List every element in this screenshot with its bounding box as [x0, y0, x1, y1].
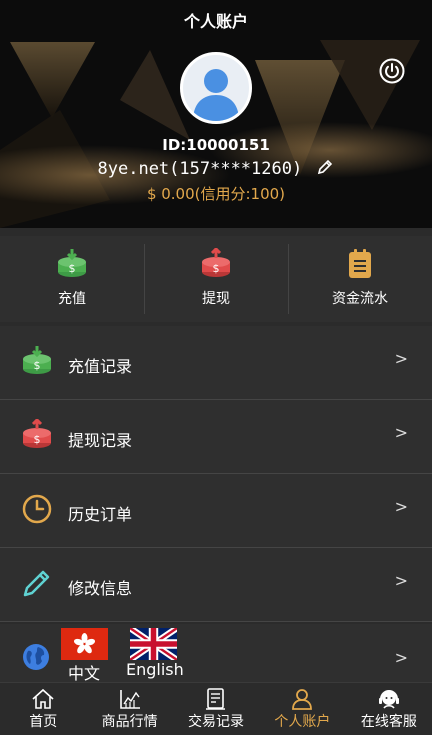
edit-pencil-icon[interactable]: [316, 158, 334, 176]
menu-item-label: 提现记录: [68, 431, 133, 450]
globe-icon: [23, 644, 49, 670]
tab-records[interactable]: 交易记录: [173, 683, 259, 735]
avatar-person-icon: [193, 69, 239, 121]
withdraw-icon: $: [23, 419, 51, 448]
home-icon: [32, 688, 54, 709]
menu-item-order-history[interactable]: 历史订单 >: [0, 474, 432, 548]
page-title: 个人账户: [183, 12, 248, 31]
svg-text:$: $: [34, 359, 41, 372]
ledger-button[interactable]: 资金流水: [288, 236, 432, 322]
chart-icon: [119, 690, 140, 709]
tab-label: 在线客服: [360, 714, 417, 730]
withdraw-button[interactable]: $ 提现: [144, 236, 288, 322]
deposit-icon: $: [23, 346, 51, 374]
clock-icon: [22, 494, 52, 524]
tab-account[interactable]: 个人账户: [259, 683, 345, 735]
svg-text:$: $: [69, 262, 76, 275]
chevron-right-icon: >: [394, 423, 408, 442]
bottom-tabbar: 首页 商品行情 交易记录 个人账户 在线客服: [0, 682, 432, 735]
menu-list: $ 充值记录 > $ 提现记录 > 历史订单 > 修改信息 >: [0, 326, 432, 622]
menu-item-label: 修改信息: [68, 579, 133, 598]
tab-label: 首页: [29, 714, 58, 730]
avatar[interactable]: [180, 52, 252, 124]
menu-item-deposit-records[interactable]: $ 充值记录 >: [0, 326, 432, 400]
ledger-icon: [349, 249, 371, 278]
tab-home[interactable]: 首页: [0, 683, 86, 735]
menu-item-withdraw-records[interactable]: $ 提现记录 >: [0, 400, 432, 474]
tab-label: 交易记录: [188, 714, 245, 730]
deposit-icon: $: [58, 249, 86, 277]
menu-item-label: 历史订单: [68, 505, 133, 524]
profile-header: 个人账户 ID:10000151 8ye.net(157****1260) $ …: [0, 0, 432, 228]
chevron-right-icon: >: [394, 571, 408, 590]
pencil-icon: [23, 570, 50, 597]
language-chinese[interactable]: 中文: [68, 660, 100, 684]
username-text: 8ye.net(157****1260): [97, 159, 303, 179]
support-icon: [378, 690, 399, 709]
chevron-right-icon: >: [394, 349, 408, 368]
tab-market[interactable]: 商品行情: [86, 683, 172, 735]
menu-item-edit-info[interactable]: 修改信息 >: [0, 548, 432, 622]
language-english[interactable]: English: [126, 660, 184, 679]
ledger-label: 资金流水: [332, 291, 388, 307]
withdraw-icon: $: [202, 248, 230, 277]
power-icon[interactable]: [379, 58, 405, 84]
tab-support[interactable]: 在线客服: [346, 683, 432, 735]
tab-label: 商品行情: [101, 714, 158, 730]
chevron-right-icon: >: [394, 497, 408, 516]
username: 8ye.net(157****1260): [0, 158, 432, 179]
record-icon: [206, 688, 226, 710]
uk-flag-icon[interactable]: [130, 628, 177, 660]
language-selector: 中文 English >: [0, 624, 432, 684]
svg-text:$: $: [213, 262, 220, 275]
deposit-button[interactable]: $ 充值: [0, 236, 144, 322]
user-icon: [292, 689, 313, 710]
tab-label: 个人账户: [274, 714, 331, 730]
withdraw-label: 提现: [202, 291, 230, 307]
hong-kong-flag-icon[interactable]: [61, 628, 108, 660]
balance: $ 0.00(信用分:100): [146, 185, 286, 203]
svg-text:$: $: [34, 433, 41, 446]
deposit-label: 充值: [58, 291, 86, 307]
user-id: ID:10000151: [162, 136, 270, 154]
menu-item-label: 充值记录: [68, 357, 133, 376]
chevron-right-icon[interactable]: >: [395, 648, 408, 667]
quick-actions: $ 充值 $ 提现 资金流水: [0, 236, 432, 322]
